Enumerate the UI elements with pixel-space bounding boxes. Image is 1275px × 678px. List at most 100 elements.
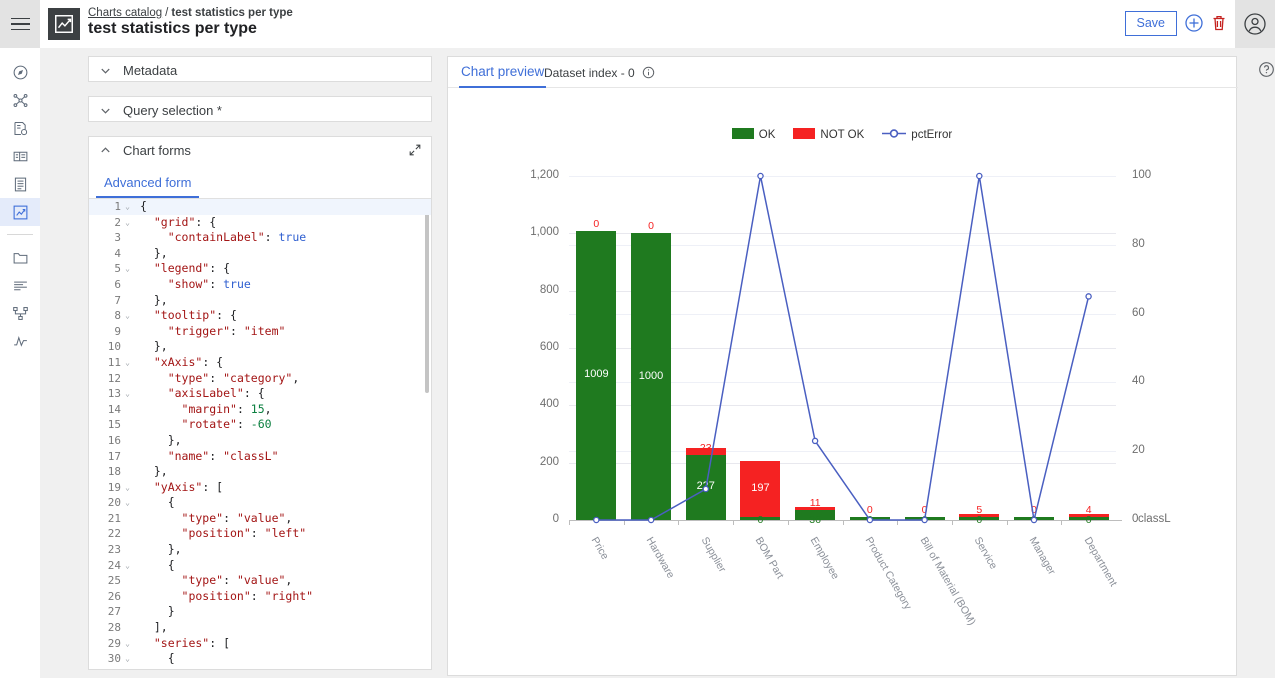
accordion-query-selection-header[interactable]: Query selection * — [89, 97, 431, 123]
code-text: "xAxis": { — [135, 355, 431, 371]
line-number: 1⌄ — [89, 199, 135, 215]
save-button[interactable]: Save — [1125, 11, 1178, 36]
rail-item-compass[interactable] — [0, 58, 40, 86]
left-rail — [0, 48, 40, 678]
chart-line-icon — [12, 204, 29, 221]
line-number: 12 — [89, 371, 135, 387]
rail-item-form-list[interactable] — [0, 170, 40, 198]
info-circle-icon[interactable] — [642, 63, 655, 87]
fold-chevron-icon[interactable]: ⌄ — [123, 199, 132, 215]
code-line[interactable]: 4 }, — [89, 246, 431, 262]
code-line[interactable]: 7 }, — [89, 293, 431, 309]
fold-chevron-icon[interactable]: ⌄ — [123, 355, 132, 371]
code-line[interactable]: 18 }, — [89, 464, 431, 480]
tab-chart-preview[interactable]: Chart preview — [459, 61, 546, 88]
chart-preview-panel: Chart preview Dataset index - 0 OKNOT OK… — [447, 56, 1237, 676]
line-number: 15 — [89, 417, 135, 433]
code-line[interactable]: 13⌄ "axisLabel": { — [89, 386, 431, 402]
accordion-chart-forms-header[interactable]: Chart forms — [89, 137, 431, 163]
fold-chevron-icon[interactable]: ⌄ — [123, 386, 132, 402]
code-line[interactable]: 27 } — [89, 604, 431, 620]
rail-item-table[interactable] — [0, 142, 40, 170]
line-number: 5⌄ — [89, 261, 135, 277]
code-line[interactable]: 20⌄ { — [89, 495, 431, 511]
code-line[interactable]: 2⌄ "grid": { — [89, 215, 431, 231]
code-text: "trigger": "item" — [135, 324, 431, 340]
code-line[interactable]: 10 }, — [89, 339, 431, 355]
code-line[interactable]: 16 }, — [89, 433, 431, 449]
line-number: 14 — [89, 402, 135, 418]
accordion-chart-forms-label: Chart forms — [123, 143, 191, 158]
rail-item-pulse[interactable] — [0, 327, 40, 355]
code-text: "type": "value", — [135, 573, 431, 589]
compass-icon — [12, 64, 29, 81]
line-number: 16 — [89, 433, 135, 449]
line-number: 11⌄ — [89, 355, 135, 371]
chevron-down-icon — [99, 104, 112, 117]
code-line[interactable]: 28 ], — [89, 620, 431, 636]
rail-item-sitemap[interactable] — [0, 299, 40, 327]
left-forms-panel: Metadata Query selection * Chart forms — [88, 56, 432, 670]
code-line[interactable]: 15 "rotate": -60 — [89, 417, 431, 433]
code-line[interactable]: 22 "position": "left" — [89, 526, 431, 542]
chevron-up-icon — [99, 144, 112, 157]
expand-diagonal-icon[interactable] — [408, 143, 422, 157]
code-line[interactable]: 26 "position": "right" — [89, 589, 431, 605]
hamburger-icon — [11, 18, 30, 31]
code-line[interactable]: 24⌄ { — [89, 558, 431, 574]
help-circle-icon[interactable] — [1258, 61, 1274, 77]
avatar[interactable] — [1235, 0, 1275, 48]
fold-chevron-icon[interactable]: ⌄ — [123, 636, 132, 652]
fold-chevron-icon[interactable]: ⌄ — [123, 308, 132, 324]
rail-item-charts[interactable] — [0, 198, 40, 226]
code-text: "yAxis": [ — [135, 480, 431, 496]
code-line[interactable]: 8⌄ "tooltip": { — [89, 308, 431, 324]
code-line[interactable]: 9 "trigger": "item" — [89, 324, 431, 340]
line-number: 30⌄ — [89, 651, 135, 667]
accordion-query-selection[interactable]: Query selection * — [88, 96, 432, 122]
code-line[interactable]: 19⌄ "yAxis": [ — [89, 480, 431, 496]
line-number: 19⌄ — [89, 480, 135, 496]
line-number: 10 — [89, 339, 135, 355]
breadcrumb-root-link[interactable]: Charts catalog — [88, 7, 162, 19]
menu-button[interactable] — [0, 0, 40, 48]
fold-chevron-icon[interactable]: ⌄ — [123, 651, 132, 667]
rail-item-database-search[interactable] — [0, 114, 40, 142]
code-text: "rotate": -60 — [135, 417, 431, 433]
code-line[interactable]: 3 "containLabel": true — [89, 230, 431, 246]
fold-chevron-icon[interactable]: ⌄ — [123, 495, 132, 511]
code-text: "margin": 15, — [135, 402, 431, 418]
rail-item-list-lines[interactable] — [0, 271, 40, 299]
fold-chevron-icon[interactable]: ⌄ — [123, 480, 132, 496]
code-text: { — [135, 558, 431, 574]
plus-circle-icon[interactable] — [1184, 13, 1204, 33]
accordion-metadata[interactable]: Metadata — [88, 56, 432, 82]
code-text: }, — [135, 542, 431, 558]
code-line[interactable]: 14 "margin": 15, — [89, 402, 431, 418]
rail-item-graph[interactable] — [0, 86, 40, 114]
code-line[interactable]: 21 "type": "value", — [89, 511, 431, 527]
code-line[interactable]: 30⌄ { — [89, 651, 431, 667]
rail-item-folder[interactable] — [0, 243, 40, 271]
code-line[interactable]: 1⌄{ — [89, 199, 431, 215]
database-search-icon — [12, 120, 29, 137]
code-line[interactable]: 23 }, — [89, 542, 431, 558]
fold-chevron-icon[interactable]: ⌄ — [123, 261, 132, 277]
trash-icon[interactable] — [1209, 13, 1229, 33]
chart-forms-tabs: Advanced form — [89, 172, 431, 199]
code-line[interactable]: 17 "name": "classL" — [89, 449, 431, 465]
code-line[interactable]: 29⌄ "series": [ — [89, 636, 431, 652]
code-line[interactable]: 5⌄ "legend": { — [89, 261, 431, 277]
code-text: "axisLabel": { — [135, 386, 431, 402]
code-text: "containLabel": true — [135, 230, 431, 246]
json-code-editor[interactable]: 1⌄{2⌄ "grid": {3 "containLabel": true4 }… — [89, 199, 431, 669]
code-line[interactable]: 12 "type": "category", — [89, 371, 431, 387]
accordion-metadata-header[interactable]: Metadata — [89, 57, 431, 83]
fold-chevron-icon[interactable]: ⌄ — [123, 215, 132, 231]
code-line[interactable]: 11⌄ "xAxis": { — [89, 355, 431, 371]
code-line[interactable]: 25 "type": "value", — [89, 573, 431, 589]
fold-chevron-icon[interactable]: ⌄ — [123, 558, 132, 574]
tab-advanced-form[interactable]: Advanced form — [96, 172, 199, 198]
code-line[interactable]: 6 "show": true — [89, 277, 431, 293]
code-text: { — [135, 651, 431, 667]
